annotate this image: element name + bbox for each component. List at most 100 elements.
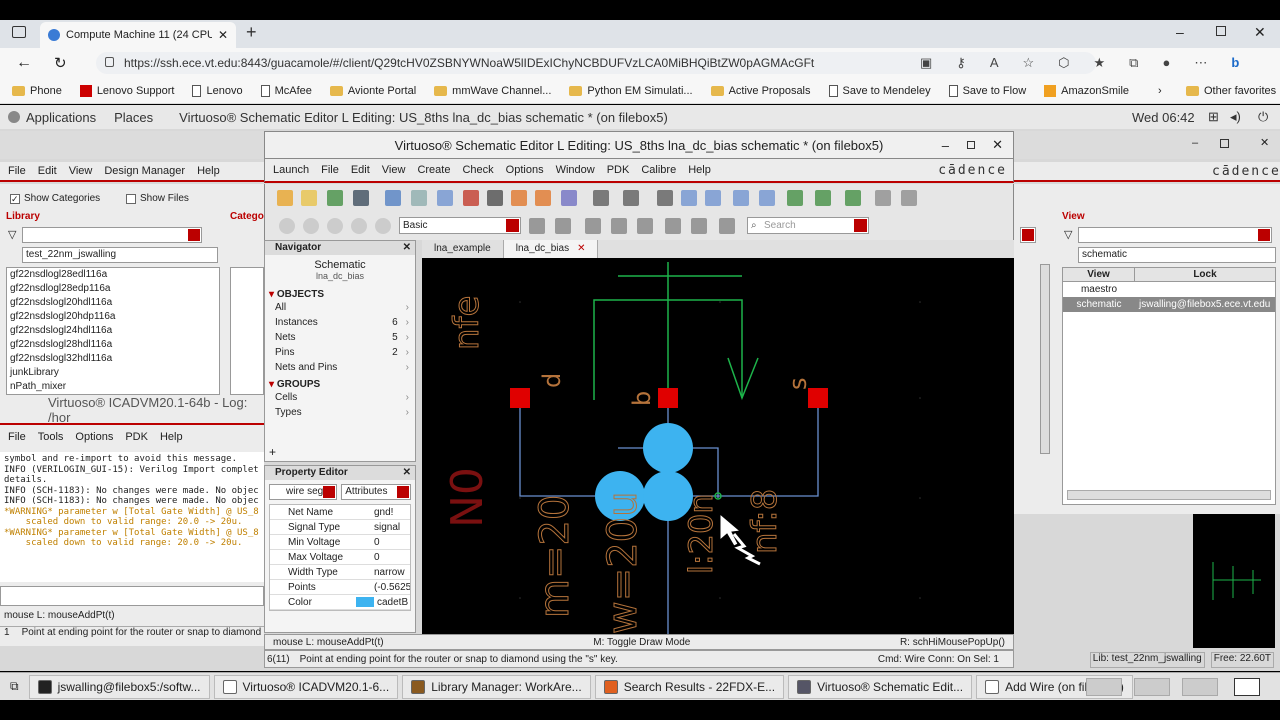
workspace-switcher-2[interactable]: [1134, 677, 1170, 696]
property-row[interactable]: Max Voltage 0: [270, 550, 410, 565]
library-list-item[interactable]: gf22nsdslogl28hdl116a: [7, 338, 219, 352]
toolbar-disabled-icon[interactable]: [303, 218, 319, 234]
toolbar-tool-icon[interactable]: [277, 190, 293, 206]
attributes-select[interactable]: Attributes: [341, 484, 411, 500]
toolbar-tool-icon[interactable]: [385, 190, 401, 206]
browser-tab-active[interactable]: Compute Machine 11 (24 CPUs... ✕: [40, 22, 236, 48]
library-list-item[interactable]: junkLibrary: [7, 366, 219, 380]
navigator-object-item[interactable]: Instances 6 ›: [265, 315, 415, 330]
property-row[interactable]: Width Type narrow: [270, 565, 410, 580]
property-value[interactable]: (-0.5625, -1: [354, 580, 410, 594]
sch-close-icon[interactable]: ✕: [992, 137, 1003, 153]
favorite-item[interactable]: Save to Flow: [948, 84, 1026, 97]
schematic-menu-item[interactable]: Launch: [273, 164, 309, 176]
lm-menu-item[interactable]: View: [69, 165, 93, 177]
reader-icon[interactable]: ▣: [920, 55, 932, 71]
library-list-item[interactable]: gf22nsdlogl28edp116a: [7, 282, 219, 296]
sch-maximize-icon[interactable]: [967, 141, 975, 149]
search-field[interactable]: ⌕ Search: [747, 217, 869, 234]
groups-section[interactable]: ▾ GROUPS: [265, 379, 415, 390]
schematic-menu-item[interactable]: File: [321, 164, 339, 176]
taskbar-item[interactable]: Library Manager: WorkAre...: [402, 674, 591, 699]
profile-icon[interactable]: ●: [1162, 55, 1170, 71]
log-menu-item[interactable]: Tools: [38, 431, 64, 443]
toolbar-tool-icon[interactable]: [327, 190, 343, 206]
overview-thumbnail[interactable]: [1193, 514, 1275, 648]
lm-close-icon[interactable]: ✕: [1260, 136, 1269, 149]
toolbar-tool-icon[interactable]: [511, 190, 527, 206]
key-icon[interactable]: ⚷: [956, 55, 966, 71]
window-restore-icon[interactable]: [1216, 26, 1226, 36]
navigator-object-item[interactable]: Nets and Pins ›: [265, 360, 415, 375]
sch-minimize-icon[interactable]: –: [942, 138, 949, 153]
favorite-item[interactable]: Phone: [12, 85, 62, 97]
applications-menu[interactable]: Applications: [26, 110, 96, 125]
refresh-icon[interactable]: ↻: [54, 54, 67, 72]
extensions-icon[interactable]: ⬡: [1058, 55, 1069, 71]
property-row[interactable]: Signal Type signal: [270, 520, 410, 535]
toolbar-disabled-icon[interactable]: [351, 218, 367, 234]
toolbar-select-icon[interactable]: [555, 218, 571, 234]
property-row[interactable]: Min Voltage 0: [270, 535, 410, 550]
toolbar-tool-icon[interactable]: [411, 190, 427, 206]
log-menu-item[interactable]: Help: [160, 431, 183, 443]
toolbar-select-icon[interactable]: [637, 218, 653, 234]
toolbar-tool-icon[interactable]: [901, 190, 917, 206]
tab-actions-icon[interactable]: [12, 26, 26, 38]
window-minimize-icon[interactable]: –: [1176, 24, 1184, 40]
favorite-item[interactable]: Python EM Simulati...: [569, 85, 693, 97]
log-menu-item[interactable]: Options: [75, 431, 113, 443]
property-value[interactable]: narrow: [354, 565, 410, 579]
workspace-switcher[interactable]: [1086, 677, 1122, 696]
schematic-menu-item[interactable]: Create: [417, 164, 450, 176]
favorite-item[interactable]: Avionte Portal: [329, 85, 416, 97]
library-list-item[interactable]: gf22nsdslogl32hdl116a: [7, 352, 219, 366]
other-favorites[interactable]: Other favorites: [1186, 85, 1276, 97]
toolbar-tool-icon[interactable]: [463, 190, 479, 206]
window-close-icon[interactable]: ✕: [1254, 24, 1266, 41]
tab-lna-example[interactable]: lna_example: [422, 240, 504, 258]
toolbar-select-icon[interactable]: [719, 218, 735, 234]
library-list[interactable]: gf22nsdlogl28edl116a gf22nsdlogl28edp116a…: [6, 267, 220, 395]
navigator-object-item[interactable]: Nets 5 ›: [265, 330, 415, 345]
navigator-object-item[interactable]: All ›: [265, 300, 415, 315]
property-value[interactable]: signal: [354, 520, 410, 534]
toolbar-select-icon[interactable]: [585, 218, 601, 234]
favorite-item[interactable]: mmWave Channel...: [434, 85, 551, 97]
show-categories-checkbox[interactable]: ✓ Show Categories: [10, 193, 100, 204]
toolbar-tool-icon[interactable]: [875, 190, 891, 206]
property-row[interactable]: Net Name gnd!: [270, 505, 410, 520]
read-aloud-icon[interactable]: A: [990, 55, 999, 71]
library-filter-input[interactable]: [22, 227, 202, 243]
workspace-dropdown-icon[interactable]: [506, 219, 519, 232]
toolbar-tool-icon[interactable]: [787, 190, 803, 206]
toolbar-tool-icon[interactable]: [593, 190, 609, 206]
toolbar-tool-icon[interactable]: [535, 190, 551, 206]
navigator-group-item[interactable]: Cells ›: [265, 390, 415, 405]
library-list-item[interactable]: gf22nsdslogl24hdl116a: [7, 324, 219, 338]
property-row[interactable]: Points (-0.5625, -1: [270, 580, 410, 595]
view-selected-field[interactable]: schematic: [1078, 247, 1276, 263]
property-value[interactable]: 0: [354, 535, 410, 549]
favorite-item[interactable]: Save to Mendeley: [828, 84, 931, 97]
toolbar-tool-icon[interactable]: [561, 190, 577, 206]
lm-menu-item[interactable]: Design Manager: [104, 165, 185, 177]
property-value[interactable]: gnd!: [354, 505, 410, 519]
library-list-item[interactable]: gf22nsdlogl28edl116a: [7, 268, 219, 282]
schematic-canvas[interactable]: d b s nfe N0 m=20 w=20u l:20n nf:8: [422, 258, 1014, 635]
favorite-item[interactable]: Active Proposals: [710, 85, 811, 97]
view-table-hscroll[interactable]: [1067, 490, 1271, 500]
toolbar-tool-icon[interactable]: [437, 190, 453, 206]
toolbar-select-icon[interactable]: [665, 218, 681, 234]
schematic-menu-item[interactable]: Check: [462, 164, 493, 176]
lm-menu-item[interactable]: Edit: [38, 165, 57, 177]
property-value[interactable]: cadetB: [354, 595, 410, 609]
cell-scrollbar-stub[interactable]: [1040, 264, 1050, 454]
toolbar-disabled-icon[interactable]: [327, 218, 343, 234]
search-dropdown-icon[interactable]: [854, 219, 867, 232]
view-row[interactable]: maestro: [1063, 282, 1275, 297]
object-select[interactable]: wire segm: [269, 484, 338, 500]
tab-close-icon[interactable]: ✕: [577, 243, 585, 254]
view-column-header[interactable]: View: [1063, 268, 1135, 281]
toolbar-tool-icon[interactable]: [705, 190, 721, 206]
